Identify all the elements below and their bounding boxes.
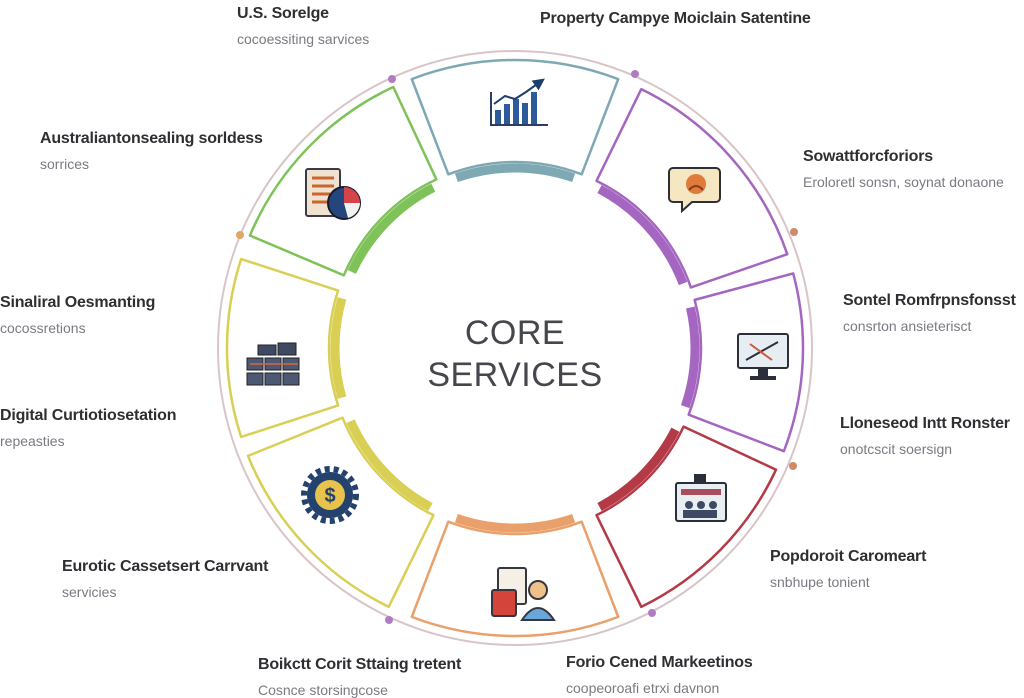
label-property-management: Property Campye Moiclain Satentine (540, 10, 811, 28)
ring-dot (385, 616, 393, 624)
svg-text:$: $ (324, 485, 335, 507)
ring-dot (388, 75, 396, 83)
segment-upper-left (248, 85, 438, 277)
segment-top-inner-arc (454, 163, 576, 183)
label-financial-consulting: Sinaliral Oesmanting cocossretions (0, 294, 155, 336)
label-subtitle: repeasties (0, 433, 65, 449)
ring-dot (789, 462, 797, 470)
center-title-line2: SERVICES (427, 356, 602, 394)
segment-right-inner-arc (680, 306, 700, 409)
label-title: Property Campye Moiclain Satentine (540, 10, 811, 27)
label-subtitle: onotcscit soersign (840, 441, 953, 457)
ring-dot (236, 231, 244, 239)
label-title: Sowattforcforiors (803, 148, 933, 165)
label-title: Eurotic Cassetsert Carrvant (62, 558, 269, 575)
label-title: Boikctt Corit Sttaing tretent (258, 656, 462, 673)
label-content-development: Sontel Romfrpnsfonsst consrton ansieteri… (843, 292, 1016, 334)
label-digital-customization: Digital Curtiotiosetation repeasties (0, 407, 177, 449)
label-title: Popdoroit Caromeart (770, 548, 927, 565)
label-title: Lloneseod Intt Ronster (840, 415, 1010, 432)
label-subtitle: cocossretions (0, 320, 86, 336)
label-title: Digital Curtiotiosetation (0, 407, 177, 424)
label-title: Sontel Romfrpnsfonsst (843, 292, 1016, 309)
label-australian-services: Australiantonsealing sorldess sorrices (40, 130, 263, 172)
label-subtitle: consrton ansieterisct (843, 318, 972, 334)
segment-left-inner-arc (330, 297, 347, 399)
label-us-services: U.S. Sorelge cocoessiting sarvices (237, 5, 369, 47)
label-title: Forio Cened Markeetinos (566, 654, 753, 671)
label-subtitle: Eroloretl sonsn, soynat donaone (803, 174, 1004, 190)
center-title-line1: CORE (465, 314, 565, 352)
label-subtitle: servicies (62, 584, 117, 600)
label-software-services: Sowattforcforiors Eroloretl sonsn, soyna… (803, 148, 1004, 190)
label-product-content: Popdoroit Caromeart snbhupe tonient (770, 548, 926, 590)
label-title: Sinaliral Oesmanting (0, 294, 156, 311)
label-subtitle: sorrices (40, 156, 90, 172)
segment-bottom-inner-arc (454, 513, 576, 533)
label-subtitle: snbhupe tonient (770, 574, 870, 590)
ring-dot (648, 609, 656, 617)
label-euro-marketing: Forio Cened Markeetinos coopeoroafi etrx… (566, 654, 753, 696)
label-backend-content: Boikctt Corit Sttaing tretent Cosnce sto… (258, 656, 461, 698)
label-subtitle: cocoessiting sarvices (237, 31, 370, 47)
label-title: U.S. Sorelge (237, 5, 329, 22)
label-title: Australiantonsealing sorldess (40, 130, 263, 147)
label-licensed-unit: Lloneseod Intt Ronster onotcscit soersig… (840, 415, 1010, 457)
ring-dot (790, 228, 798, 236)
label-subtitle: coopeoroafi etrxi davnon (566, 680, 720, 696)
label-subtitle: Cosnce storsingcose (258, 682, 388, 698)
ring-dot (631, 70, 639, 78)
label-eurotic-content: Eurotic Cassetsert Carrvant servicies (62, 558, 268, 600)
